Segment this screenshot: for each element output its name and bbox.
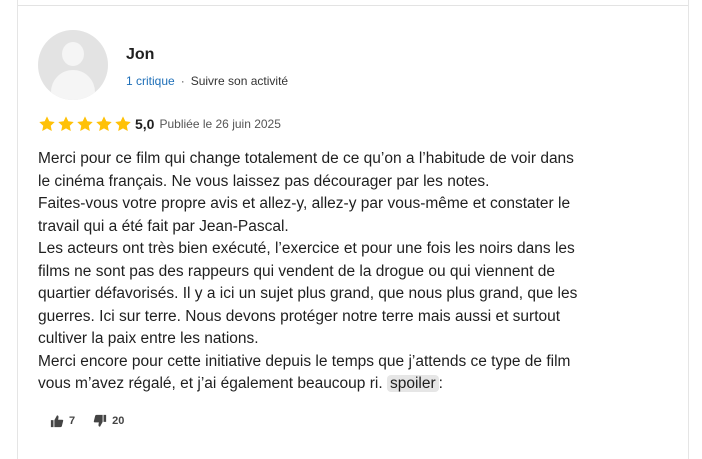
review-line: Les acteurs ont très bien exécuté, l’exe… <box>38 240 575 257</box>
star-icon <box>95 115 113 133</box>
follow-activity-link[interactable]: Suivre son activité <box>191 74 288 88</box>
rating-value: 5,0 <box>135 116 155 132</box>
spoiler-tag[interactable]: spoiler <box>386 375 439 392</box>
avatar-body-shape <box>51 70 95 100</box>
user-meta: 1 critique · Suivre son activité <box>126 74 288 88</box>
star-icon <box>76 115 94 133</box>
review-line: guerres. Ici sur terre. Nous devons prot… <box>38 307 561 325</box>
user-name[interactable]: Jon <box>126 46 154 64</box>
star-rating <box>38 115 133 133</box>
review-line: Merci pour ce film qui change totalement… <box>38 150 574 167</box>
review-last-line: vous m’avez régalé, et j’ai également be… <box>38 373 678 396</box>
review-card: Jon 1 critique · Suivre son activité 5,0… <box>17 0 689 459</box>
like-button[interactable]: 7 <box>50 414 75 428</box>
dislike-button[interactable]: 20 <box>93 414 124 428</box>
rating-row: 5,0 Publiée le 26 juin 2025 <box>38 115 281 133</box>
user-avatar[interactable] <box>38 30 108 100</box>
star-icon <box>57 115 75 133</box>
avatar-head-shape <box>62 42 84 66</box>
meta-separator: · <box>180 74 185 88</box>
review-line: quartier défavorisés. Il y a ici un suje… <box>38 285 578 302</box>
critique-count-link[interactable]: 1 critique <box>126 74 175 88</box>
vote-bar: 7 20 <box>50 414 124 428</box>
review-line-text: vous m’avez régalé, et j’ai également be… <box>38 375 383 392</box>
review-line: films ne sont pas des rappeurs qui vende… <box>38 262 556 280</box>
like-count: 7 <box>69 415 76 427</box>
published-date: Publiée le 26 juin 2025 <box>159 117 281 131</box>
review-line: Merci encore pour cette initiative depui… <box>38 352 571 370</box>
card-top-divider <box>18 0 688 6</box>
spoiler-suffix: : <box>438 375 443 392</box>
thumbs-up-icon <box>50 414 64 428</box>
thumbs-down-icon <box>93 414 107 428</box>
star-icon <box>38 115 56 133</box>
review-line: travail qui a été fait par Jean-Pascal. <box>38 217 289 235</box>
review-line: cultiver la paix entre les nations. <box>38 330 259 347</box>
star-icon <box>114 115 132 133</box>
review-line: le cinéma français. Ne vous laissez pas … <box>38 172 490 190</box>
review-body: Merci pour ce film qui change totalement… <box>38 148 678 396</box>
review-line: Faites-vous votre propre avis et allez-y… <box>38 195 571 212</box>
dislike-count: 20 <box>112 415 125 427</box>
